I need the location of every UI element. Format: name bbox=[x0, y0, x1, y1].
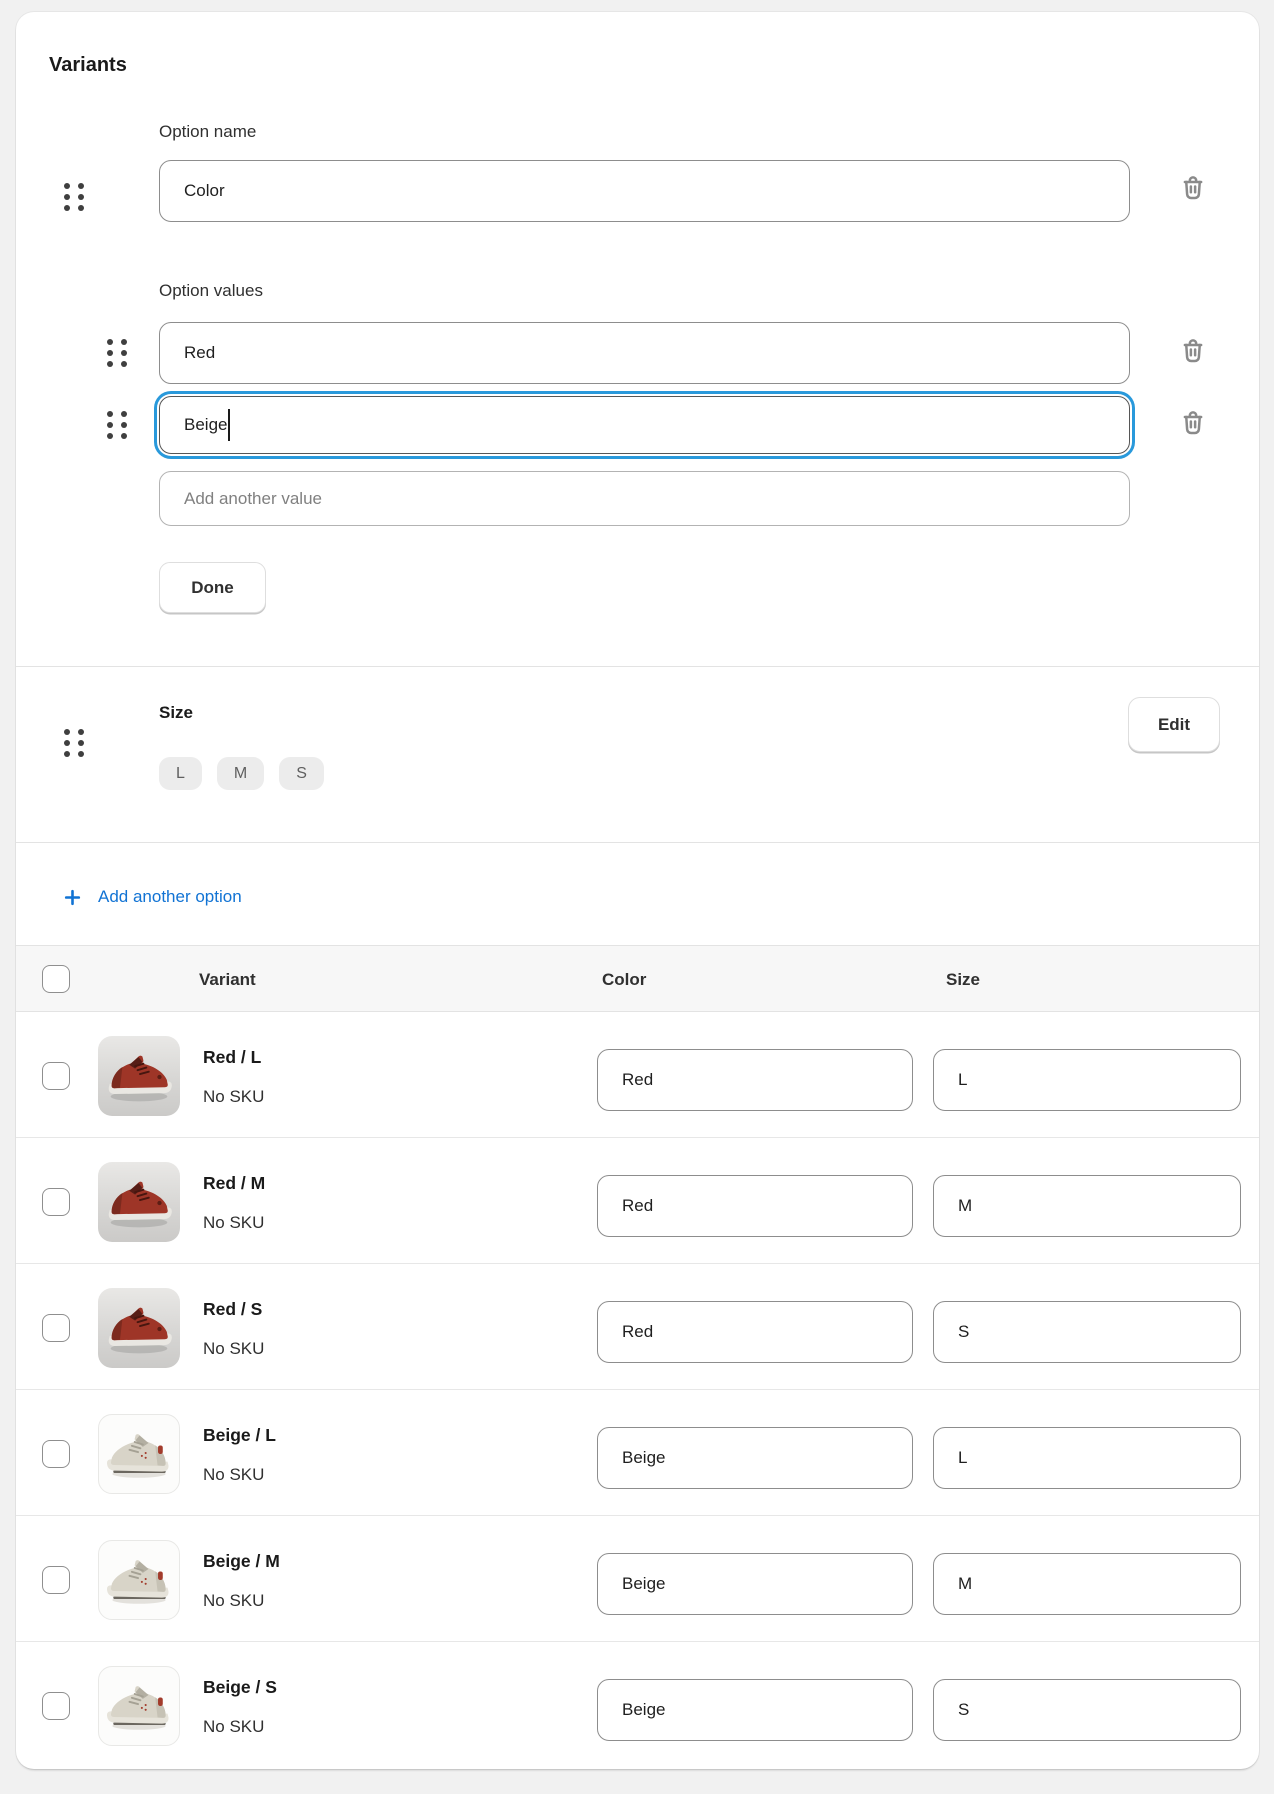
beige-sneaker-image bbox=[99, 1667, 179, 1745]
variant-title: Red / M bbox=[203, 1171, 265, 1195]
variant-size-input[interactable] bbox=[933, 1301, 1241, 1363]
done-button[interactable]: Done bbox=[159, 562, 266, 613]
variants-table-header: Variant Color Size bbox=[16, 945, 1259, 1012]
variant-sku: No SKU bbox=[203, 1337, 264, 1361]
trash-icon bbox=[1178, 175, 1208, 205]
variant-title: Red / S bbox=[203, 1297, 262, 1321]
variant-title: Beige / S bbox=[203, 1675, 277, 1699]
variant-title: Beige / L bbox=[203, 1423, 276, 1447]
variant-size-input[interactable] bbox=[933, 1427, 1241, 1489]
size-option-title: Size bbox=[159, 703, 193, 723]
variant-row: Red / M No SKU bbox=[16, 1138, 1259, 1264]
row-checkbox[interactable] bbox=[42, 1692, 70, 1720]
text-cursor bbox=[228, 409, 230, 441]
variants-card: Variants Option name Option values bbox=[16, 12, 1259, 1769]
variant-size-input[interactable] bbox=[933, 1553, 1241, 1615]
delete-option-button[interactable] bbox=[1176, 173, 1210, 207]
select-all-checkbox[interactable] bbox=[42, 965, 70, 993]
variant-sku: No SKU bbox=[203, 1211, 264, 1235]
variant-row: Red / S No SKU bbox=[16, 1264, 1259, 1390]
option-values-label: Option values bbox=[159, 281, 263, 301]
variant-color-input[interactable] bbox=[597, 1679, 913, 1741]
variant-color-input[interactable] bbox=[597, 1175, 913, 1237]
variant-size-input[interactable] bbox=[933, 1175, 1241, 1237]
card-title: Variants bbox=[49, 54, 127, 77]
section-divider bbox=[16, 842, 1259, 843]
row-checkbox[interactable] bbox=[42, 1062, 70, 1090]
drag-handle-icon[interactable] bbox=[64, 729, 84, 757]
add-another-option-label: Add another option bbox=[98, 887, 242, 907]
trash-icon bbox=[1178, 410, 1208, 440]
plus-icon bbox=[64, 889, 81, 906]
variant-row: Beige / S No SKU bbox=[16, 1642, 1259, 1768]
variants-table-body: Red / L No SKU Red / M No SKU bbox=[16, 1012, 1259, 1768]
column-header-variant: Variant bbox=[199, 968, 256, 992]
variant-sku: No SKU bbox=[203, 1085, 264, 1109]
beige-sneaker-thumbnail bbox=[98, 1540, 180, 1620]
delete-value-button[interactable] bbox=[1176, 408, 1210, 442]
size-chip: M bbox=[217, 757, 264, 790]
drag-handle-icon[interactable] bbox=[64, 183, 84, 211]
variant-sku: No SKU bbox=[203, 1463, 264, 1487]
variant-sku: No SKU bbox=[203, 1589, 264, 1613]
row-checkbox[interactable] bbox=[42, 1566, 70, 1594]
variant-sku: No SKU bbox=[203, 1715, 264, 1739]
option-value-input[interactable] bbox=[159, 322, 1130, 384]
red-sneaker-thumbnail bbox=[98, 1288, 180, 1368]
option-name-input[interactable] bbox=[159, 160, 1130, 222]
edit-size-button[interactable]: Edit bbox=[1128, 697, 1220, 752]
delete-value-button[interactable] bbox=[1176, 336, 1210, 370]
red-sneaker-image bbox=[98, 1162, 180, 1242]
size-value-chips: LMS bbox=[159, 757, 324, 790]
variant-color-input[interactable] bbox=[597, 1049, 913, 1111]
variant-title: Beige / M bbox=[203, 1549, 280, 1573]
red-sneaker-image bbox=[98, 1036, 180, 1116]
option-name-label: Option name bbox=[159, 122, 256, 142]
red-sneaker-image bbox=[98, 1288, 180, 1368]
beige-sneaker-image bbox=[99, 1415, 179, 1493]
row-checkbox[interactable] bbox=[42, 1314, 70, 1342]
beige-sneaker-image bbox=[99, 1541, 179, 1619]
variant-color-input[interactable] bbox=[597, 1427, 913, 1489]
beige-sneaker-thumbnail bbox=[98, 1414, 180, 1494]
drag-handle-icon[interactable] bbox=[107, 411, 127, 439]
variant-row: Beige / M No SKU bbox=[16, 1516, 1259, 1642]
red-sneaker-thumbnail bbox=[98, 1162, 180, 1242]
variants-page: Variants Option name Option values bbox=[0, 0, 1274, 1794]
drag-handle-icon[interactable] bbox=[107, 339, 127, 367]
size-chip: L bbox=[159, 757, 202, 790]
add-another-value-input[interactable] bbox=[159, 471, 1130, 526]
variant-row: Red / L No SKU bbox=[16, 1012, 1259, 1138]
variant-color-input[interactable] bbox=[597, 1301, 913, 1363]
variant-title: Red / L bbox=[203, 1045, 261, 1069]
variant-row: Beige / L No SKU bbox=[16, 1390, 1259, 1516]
size-chip: S bbox=[279, 757, 324, 790]
trash-icon bbox=[1178, 338, 1208, 368]
variant-size-input[interactable] bbox=[933, 1049, 1241, 1111]
option-value-input-focused[interactable] bbox=[159, 396, 1130, 454]
variant-color-input[interactable] bbox=[597, 1553, 913, 1615]
red-sneaker-thumbnail bbox=[98, 1036, 180, 1116]
column-header-size: Size bbox=[946, 968, 980, 992]
variant-size-input[interactable] bbox=[933, 1679, 1241, 1741]
column-header-color: Color bbox=[602, 968, 646, 992]
section-divider bbox=[16, 666, 1259, 667]
row-checkbox[interactable] bbox=[42, 1188, 70, 1216]
add-another-option-link[interactable]: Add another option bbox=[64, 880, 242, 914]
row-checkbox[interactable] bbox=[42, 1440, 70, 1468]
beige-sneaker-thumbnail bbox=[98, 1666, 180, 1746]
